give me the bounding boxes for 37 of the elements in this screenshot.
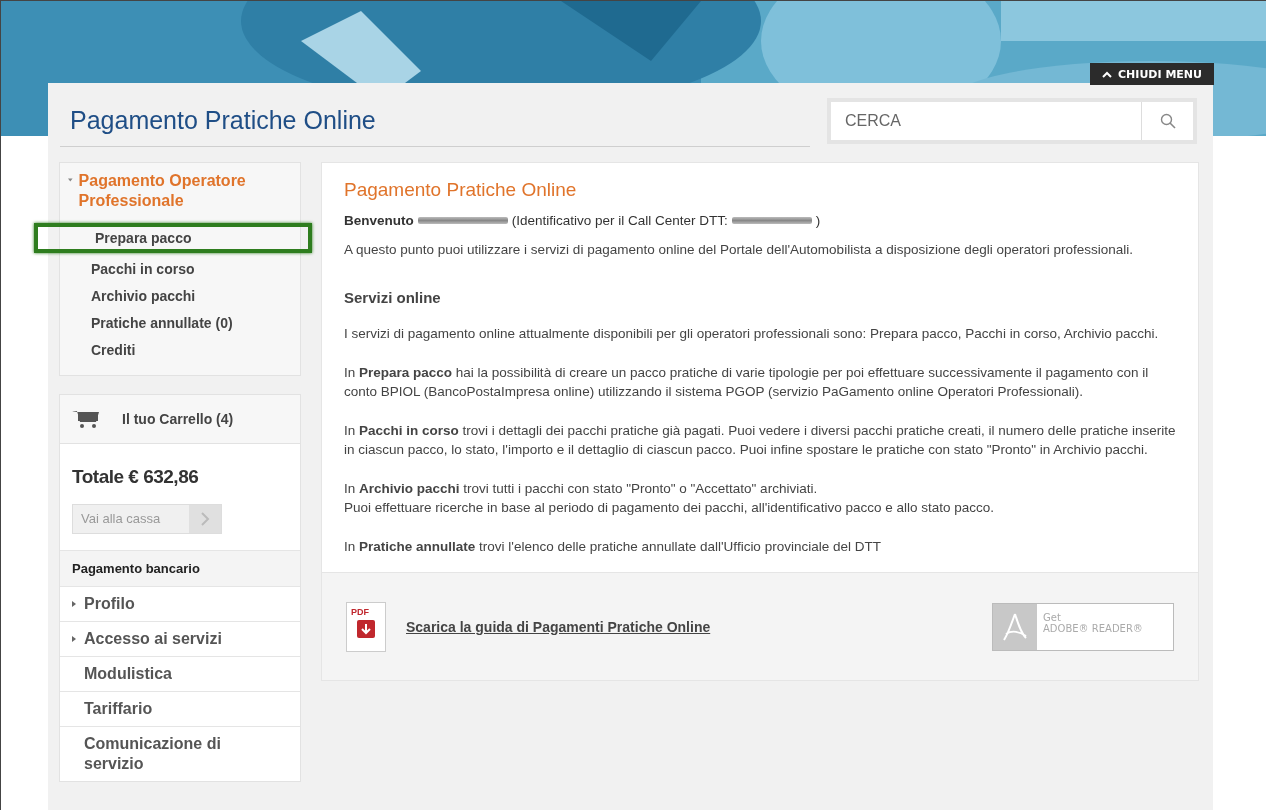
chevron-right-icon bbox=[200, 512, 210, 526]
caret-icon bbox=[72, 636, 76, 642]
paragraph: In Archivio pacchi trovi tutti i pacchi con stato "Pronto" o "Accettato" archiviati. Puoi effettuare ricerche in base al periodo di pagamento dei pacchi, all'identificativo pacco e allo stato pacco. bbox=[344, 480, 995, 517]
nav-item[interactable]: Profilo bbox=[60, 586, 300, 621]
search-icon bbox=[1159, 112, 1176, 129]
sidebar-item[interactable]: Crediti bbox=[60, 336, 300, 361]
caret-icon bbox=[72, 601, 76, 607]
paragraph: In Pacchi in corso trovi i dettagli dei pacchi pratiche già pagati. Puoi vedere i diversi pacchi pratiche creati, il numero delle pratiche inserite in ciascun pacco, lo stato, l'importo e il dettaglio di ciascun pacco. Puoi infine spostare le pratiche con stato "Pronto" in Archivio pacchi. bbox=[344, 422, 1176, 459]
page-title: Pagamento Pratiche Online bbox=[69, 105, 376, 135]
identifier-close: ) bbox=[815, 213, 821, 228]
download-guide-link[interactable]: Scarica la guida di Pagamenti Pratiche Online bbox=[406, 618, 711, 635]
paragraph: I servizi di pagamento online attualmente disponibili per gli operatori professionali sono: Prepara pacco, Pacchi in corso, Archivio pacchi. bbox=[344, 325, 1160, 343]
nav-item[interactable]: Comunicazione di servizio bbox=[60, 726, 300, 781]
intro-text: A questo punto puoi utilizzare i servizi di pagamento online del Portale dell'Automobilista a disposizione degli operatori professionali. bbox=[344, 241, 1135, 259]
cart-icon bbox=[72, 409, 100, 429]
pdf-icon: PDF bbox=[346, 601, 386, 652]
welcome-text: Benvenuto bbox=[344, 213, 414, 228]
identifier-label: (Identificativo per il Call Center DTT: bbox=[511, 213, 728, 228]
nav-item[interactable]: Modulistica bbox=[60, 656, 300, 691]
cart-total: Totale € 632,86 bbox=[72, 466, 200, 488]
caret-icon bbox=[68, 177, 73, 183]
close-menu-button[interactable]: CHIUDI MENU bbox=[1090, 63, 1214, 85]
search-field[interactable]: CERCA bbox=[827, 97, 1197, 144]
sidebar-item[interactable]: Prepara pacco bbox=[34, 223, 312, 253]
paragraph: In Pratiche annullate trovi l'elenco delle pratiche annullate dall'Ufficio provinciale del DTT bbox=[344, 538, 882, 556]
search-button[interactable] bbox=[1141, 101, 1193, 140]
adobe-icon bbox=[1002, 611, 1028, 642]
nav-item[interactable]: Tariffario bbox=[60, 691, 300, 726]
sidebar-item[interactable]: Archivio pacchi bbox=[60, 282, 300, 307]
sidebar-item[interactable]: Pratiche annullate (0) bbox=[60, 309, 300, 334]
cart-title: Il tuo Carrello (4) bbox=[122, 411, 234, 427]
section-heading: Servizi online bbox=[344, 289, 442, 306]
sidebar-item[interactable]: Pacchi in corso bbox=[60, 255, 300, 280]
chevron-up-icon bbox=[1102, 70, 1113, 78]
paragraph: In Prepara pacco hai la possibilità di creare un pacco pratiche di varie tipologie per poi effettuare successivamente il pagamento con il conto BPIOL (BancoPostaImpresa online) utilizzando il sistema PGOP (servizio PaGamento online Operatori Professionali). bbox=[344, 364, 1150, 401]
content-title: Pagamento Pratiche Online bbox=[344, 179, 578, 201]
nav-item[interactable]: Accesso ai servizi bbox=[60, 621, 300, 656]
